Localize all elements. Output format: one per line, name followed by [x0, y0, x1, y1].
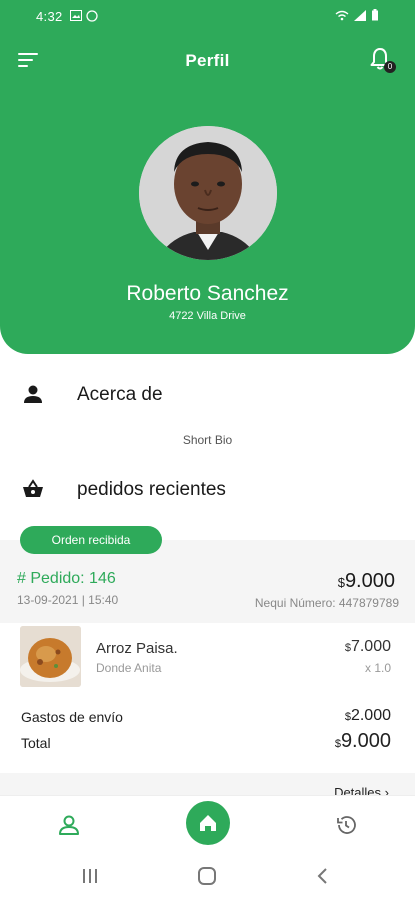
status-bar: 4:32 — [0, 0, 415, 32]
notification-badge: 0 — [384, 61, 396, 73]
order-item[interactable]: Arroz Paisa. Donde Anita $7.000 x 1.0 — [0, 623, 415, 695]
short-bio: Short Bio — [182, 433, 233, 447]
history-icon — [337, 816, 356, 834]
home-circle-icon[interactable] — [196, 865, 218, 887]
system-nav-bar — [0, 852, 415, 900]
total-label: Total — [21, 735, 51, 751]
recent-orders-label: pedidos recientes — [77, 479, 226, 500]
order-total-value: 9.000 — [344, 570, 395, 592]
nav-profile-button[interactable] — [57, 813, 81, 837]
item-store: Donde Anita — [96, 661, 162, 675]
recent-orders-section[interactable]: pedidos recientes — [0, 469, 415, 509]
order-card[interactable]: # Pedido: 146 13-09-2021 | 15:40 $9.000 … — [0, 540, 415, 800]
order-total-currency: $ — [337, 575, 345, 590]
clock-icon — [86, 10, 98, 22]
status-icons-left — [70, 10, 98, 22]
bottom-nav — [0, 795, 415, 852]
signal-icon — [354, 9, 366, 21]
nav-history-button[interactable] — [334, 813, 358, 837]
home-icon — [200, 815, 216, 831]
grand-total-value: 9.000 — [340, 730, 391, 752]
user-name: Roberto Sanchez — [126, 282, 289, 305]
back-icon[interactable] — [312, 865, 334, 887]
grand-total: $9.000 — [335, 730, 391, 753]
image-icon — [70, 10, 82, 21]
shipping-label: Gastos de envío — [21, 709, 123, 725]
item-price-value: 7.000 — [350, 638, 391, 655]
shipping-value: $2.000 — [345, 707, 391, 725]
order-total: $9.000 — [338, 570, 395, 593]
order-number: # Pedido: 146 — [17, 570, 116, 587]
order-header: # Pedido: 146 13-09-2021 | 15:40 $9.000 … — [0, 566, 415, 620]
item-price: $7.000 — [345, 638, 391, 656]
arroz-paisa-image — [20, 626, 81, 687]
nav-home-button[interactable] — [186, 801, 230, 845]
order-nequi-number: Nequi Número: 447879789 — [254, 596, 399, 610]
profile-header: Perfil 0 Roberto Sanchez 4722 Villa Driv — [0, 32, 415, 354]
about-section[interactable]: Acerca de — [0, 374, 415, 414]
order-totals: Gastos de envío $2.000 Total $9.000 — [0, 695, 415, 773]
status-icons-right — [335, 9, 379, 21]
recents-icon[interactable] — [79, 865, 101, 887]
person-icon — [24, 385, 42, 403]
shipping-amount: 2.000 — [350, 707, 391, 724]
wifi-icon — [335, 10, 349, 20]
item-quantity: x 1.0 — [364, 661, 391, 675]
avatar-photo — [139, 126, 277, 260]
order-status-badge: Orden recibida — [20, 526, 162, 554]
notifications-button[interactable]: 0 — [369, 47, 396, 73]
food-image — [20, 626, 81, 687]
page-title: Perfil — [185, 51, 230, 70]
profile-icon — [59, 815, 79, 835]
user-address: 4722 Villa Drive — [169, 310, 246, 322]
avatar[interactable] — [139, 126, 277, 260]
order-date: 13-09-2021 | 15:40 — [17, 593, 119, 607]
about-label: Acerca de — [77, 384, 163, 405]
basket-icon — [23, 479, 43, 497]
status-time: 4:32 — [36, 9, 63, 24]
battery-icon — [372, 9, 378, 21]
item-name: Arroz Paisa. — [96, 640, 178, 657]
